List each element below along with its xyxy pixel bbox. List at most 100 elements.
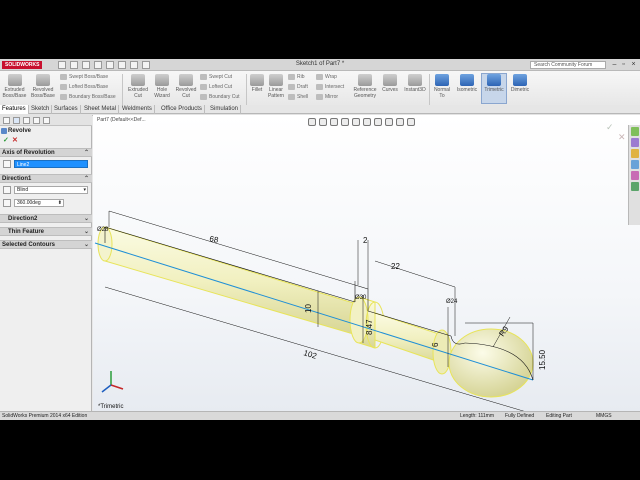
instant3d-icon: [408, 74, 422, 86]
isometric-button[interactable]: Isometric: [454, 74, 480, 93]
spin-icon[interactable]: ⬍: [58, 200, 62, 206]
resources-icon[interactable]: [631, 127, 639, 136]
dimetric-button[interactable]: Dimetric: [508, 74, 532, 93]
units-selector[interactable]: MMGS: [596, 412, 612, 420]
design-library-icon[interactable]: [631, 138, 639, 147]
status-bar: SolidWorks Premium 2014 x64 Edition Leng…: [0, 411, 640, 420]
maximize-icon[interactable]: ▫: [619, 60, 628, 69]
graphics-area[interactable]: Part7 (Default<<Def... 68 2 22 10 8.47 6…: [93, 115, 640, 411]
part-model[interactable]: 68 2 22 10 8.47 6 102 15.50 R9 Ø28 Ø30 Ø…: [93, 115, 640, 411]
property-manager: Revolve ✓ ✕ Axis of Revolution ⌃ Line2 Di…: [0, 115, 92, 411]
fillet-button[interactable]: Fillet: [249, 74, 265, 93]
instant3d-button[interactable]: Instant3D: [402, 74, 428, 93]
tab-simulation[interactable]: Simulation: [208, 105, 242, 114]
axis-selection-box[interactable]: Line2: [14, 160, 88, 168]
length-readout: Length: 111mm: [460, 413, 495, 419]
close-icon[interactable]: ×: [629, 60, 638, 69]
angle-field[interactable]: 360.00deg ⬍: [14, 199, 64, 207]
dimxpert-icon[interactable]: [33, 117, 40, 124]
custom-properties-icon[interactable]: [631, 182, 639, 191]
mirror-button[interactable]: Mirror: [316, 93, 338, 101]
display-manager-icon[interactable]: [43, 117, 50, 124]
tab-weldments[interactable]: Weldments: [120, 105, 155, 114]
dimension-15-50[interactable]: 15.50: [538, 349, 547, 370]
extruded-boss-button[interactable]: Extruded Boss/Base: [1, 74, 28, 99]
swept-boss-button[interactable]: Swept Boss/Base: [60, 73, 108, 81]
property-manager-icon[interactable]: [13, 117, 20, 124]
dimension-dia-30[interactable]: Ø30: [355, 295, 367, 301]
extrude-icon: [7, 74, 22, 86]
swept-cut-button[interactable]: Swept Cut: [200, 73, 232, 81]
expand-icon[interactable]: ⌄: [84, 241, 89, 249]
edition-label: SolidWorks Premium 2014 x64 Edition: [2, 413, 88, 419]
end-condition-select[interactable]: Blind ▾: [14, 186, 88, 194]
dimension-102[interactable]: 102: [302, 348, 318, 361]
cancel-icon[interactable]: ✕: [12, 136, 18, 144]
reverse-direction-icon[interactable]: [3, 186, 11, 194]
dimension-68[interactable]: 68: [209, 234, 220, 245]
linear-pattern-icon: [269, 74, 283, 86]
hole-wizard-button[interactable]: Hole Wizard: [151, 74, 173, 99]
shaft-body[interactable]: [104, 226, 361, 337]
trimetric-button[interactable]: Trimetric: [481, 73, 507, 104]
dimension-6[interactable]: 6: [431, 342, 440, 347]
selected-contours-section[interactable]: Selected Contours ⌄: [0, 240, 92, 249]
tab-features[interactable]: Features: [0, 105, 29, 114]
tab-office-products[interactable]: Office Products: [159, 105, 205, 114]
confirm-cancel-icon[interactable]: ✕: [618, 132, 626, 142]
draft-button[interactable]: Draft: [288, 83, 308, 91]
boundary-boss-button[interactable]: Boundary Boss/Base: [60, 93, 116, 101]
extruded-cut-button[interactable]: Extruded Cut: [125, 74, 151, 99]
solidworks-window: SOLIDWORKS Sketch1 of Part7 * Search Com…: [0, 59, 640, 420]
reference-geometry-button[interactable]: Reference Geometry: [350, 74, 380, 99]
dimension-10[interactable]: 10: [304, 304, 313, 313]
dimension-dia-24[interactable]: Ø24: [446, 299, 458, 305]
minimize-icon[interactable]: –: [610, 60, 619, 69]
confirm-check-icon[interactable]: ✓: [606, 122, 614, 132]
search-input[interactable]: Search Community Forum: [530, 61, 606, 69]
thin-feature-section[interactable]: Thin Feature ⌄: [0, 227, 92, 236]
rib-button[interactable]: Rib: [288, 73, 305, 81]
expand-icon[interactable]: ⌄: [84, 215, 89, 223]
file-explorer-icon[interactable]: [631, 149, 639, 158]
reference-geometry-icon: [358, 74, 372, 86]
revolve-icon: [36, 74, 50, 86]
command-tabs: Features Sketch Surfaces Sheet Metal Wel…: [0, 105, 640, 114]
title-bar: SOLIDWORKS Sketch1 of Part7 * Search Com…: [0, 59, 640, 71]
axis-of-revolution-section[interactable]: Axis of Revolution ⌃: [0, 148, 92, 157]
linear-pattern-button[interactable]: Linear Pattern: [265, 74, 287, 99]
tab-surfaces[interactable]: Surfaces: [52, 105, 81, 114]
expand-icon[interactable]: ⌄: [84, 228, 89, 236]
curves-button[interactable]: Curves: [380, 74, 400, 93]
orientation-triad: *Trimetric: [98, 371, 123, 410]
dimension-8-47[interactable]: 8.47: [365, 319, 374, 335]
ok-icon[interactable]: ✓: [3, 136, 9, 144]
configuration-icon[interactable]: [23, 117, 30, 124]
dimension-dia-28[interactable]: Ø28: [97, 227, 109, 233]
direction2-section[interactable]: Direction2 ⌄: [0, 214, 92, 223]
angle-icon: [3, 199, 11, 207]
lofted-cut-button[interactable]: Lofted Cut: [200, 83, 232, 91]
revolved-cut-button[interactable]: Revolved Cut: [173, 74, 199, 99]
ball-end[interactable]: [448, 328, 534, 398]
appearances-icon[interactable]: [631, 171, 639, 180]
tab-sheet-metal[interactable]: Sheet Metal: [82, 105, 120, 114]
direction1-section[interactable]: Direction1 ⌃: [0, 174, 92, 183]
feature-tree-icon[interactable]: [3, 117, 10, 124]
dimension-2[interactable]: 2: [363, 236, 368, 245]
boundary-cut-button[interactable]: Boundary Cut: [200, 93, 240, 101]
revolved-boss-button[interactable]: Revolved Boss/Base: [29, 74, 57, 99]
trimetric-icon: [487, 74, 501, 86]
collapse-icon[interactable]: ⌃: [84, 175, 89, 183]
normal-to-button[interactable]: Normal To: [431, 74, 453, 99]
extruded-cut-icon: [131, 74, 145, 86]
wrap-button[interactable]: Wrap: [316, 73, 337, 81]
intersect-button[interactable]: Intersect: [316, 83, 344, 91]
dimension-22[interactable]: 22: [391, 262, 400, 271]
lofted-boss-button[interactable]: Lofted Boss/Base: [60, 83, 108, 91]
tab-sketch[interactable]: Sketch: [29, 105, 53, 114]
shell-button[interactable]: Shell: [288, 93, 308, 101]
collapse-icon[interactable]: ⌃: [84, 149, 89, 157]
view-palette-icon[interactable]: [631, 160, 639, 169]
manager-tabs: [0, 115, 92, 126]
